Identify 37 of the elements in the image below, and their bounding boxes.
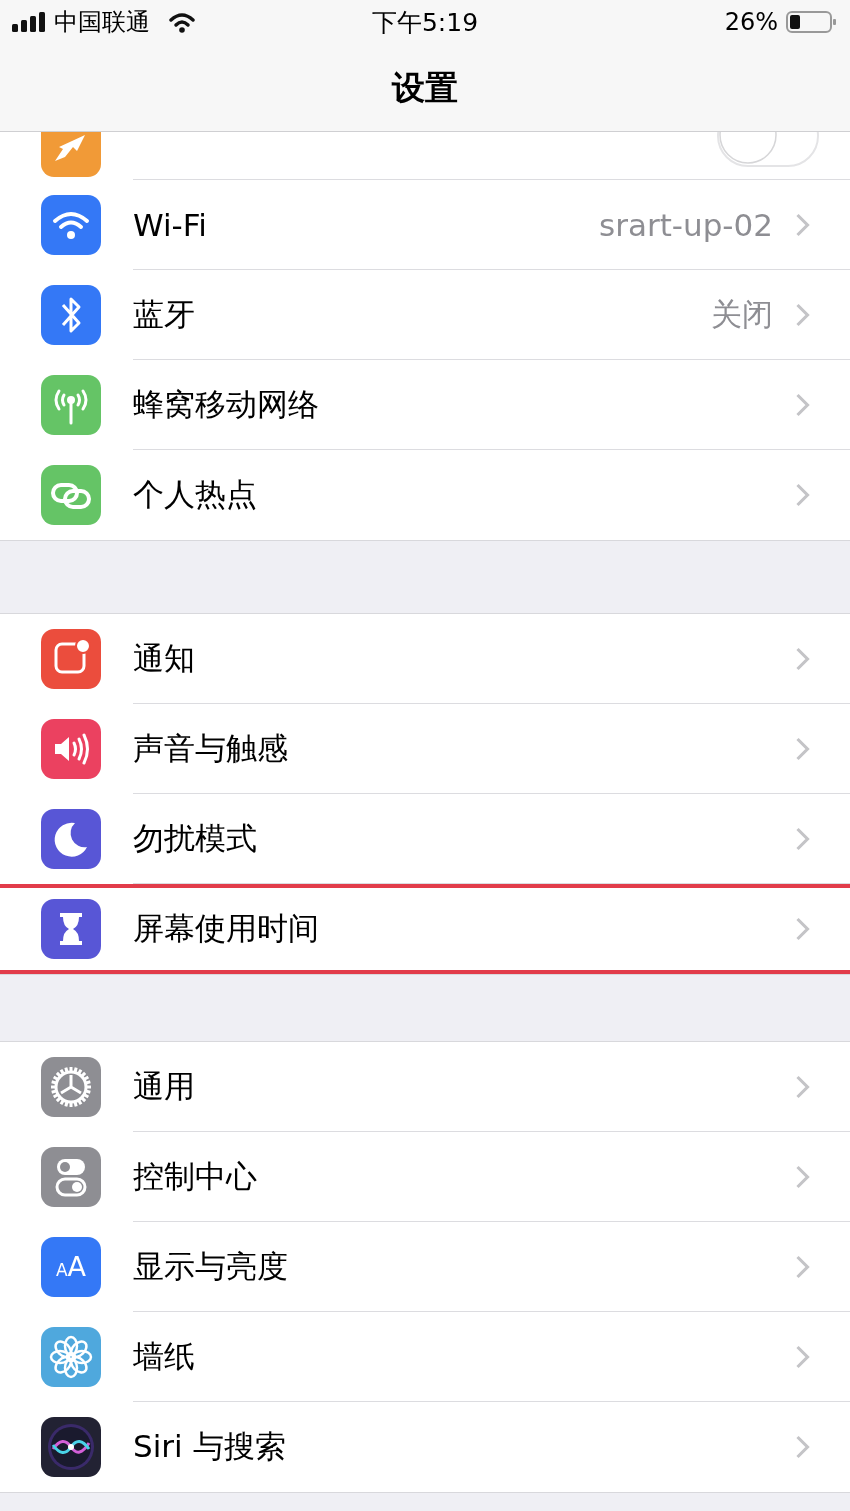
clock-time: 下午5:19 bbox=[371, 6, 479, 39]
row-label: 通知 bbox=[133, 638, 196, 678]
row-label: 勿扰模式 bbox=[133, 818, 258, 858]
row-label: Wi-Fi bbox=[133, 206, 208, 243]
row-label: 蜂窝移动网络 bbox=[133, 384, 320, 424]
chevron-icon bbox=[795, 301, 810, 328]
row-label: Siri 与搜索 bbox=[133, 1427, 287, 1466]
chevron-icon bbox=[795, 916, 810, 942]
row-label: 墙纸 bbox=[133, 1336, 196, 1376]
chevron-icon bbox=[795, 735, 810, 762]
chevron-icon bbox=[795, 825, 810, 852]
chevron-icon bbox=[795, 391, 810, 418]
row-label: 显示与亮度 bbox=[133, 1246, 289, 1286]
row-label: 控制中心 bbox=[133, 1156, 258, 1196]
row-label: 声音与触感 bbox=[133, 728, 289, 768]
signal-icon bbox=[12, 12, 46, 32]
chevron-icon bbox=[795, 1434, 810, 1460]
chevron-icon bbox=[795, 645, 810, 672]
chevron-icon bbox=[795, 1253, 810, 1280]
row-label: 屏幕使用时间 bbox=[133, 909, 320, 948]
chevron-icon bbox=[795, 211, 810, 238]
page-title: 设置 bbox=[390, 67, 459, 109]
row-label: 个人热点 bbox=[133, 475, 258, 514]
chevron-icon bbox=[795, 1343, 810, 1370]
text-size-icon: AA bbox=[41, 1237, 101, 1297]
battery-percent: 26% bbox=[724, 8, 778, 36]
chevron-icon bbox=[795, 1163, 810, 1190]
chevron-icon bbox=[795, 482, 810, 508]
battery-icon bbox=[786, 10, 838, 34]
row-value: 关闭 bbox=[711, 294, 773, 334]
carrier-name: 中国联通 bbox=[54, 7, 150, 38]
wifi-icon bbox=[168, 11, 196, 33]
settings-row[interactable]: 屏幕使用时间 bbox=[0, 884, 850, 974]
row-label: 通用 bbox=[133, 1066, 196, 1106]
row-value: srart-up-02 bbox=[599, 206, 773, 243]
chevron-icon bbox=[795, 1073, 810, 1100]
row-label: 蓝牙 bbox=[133, 294, 196, 334]
